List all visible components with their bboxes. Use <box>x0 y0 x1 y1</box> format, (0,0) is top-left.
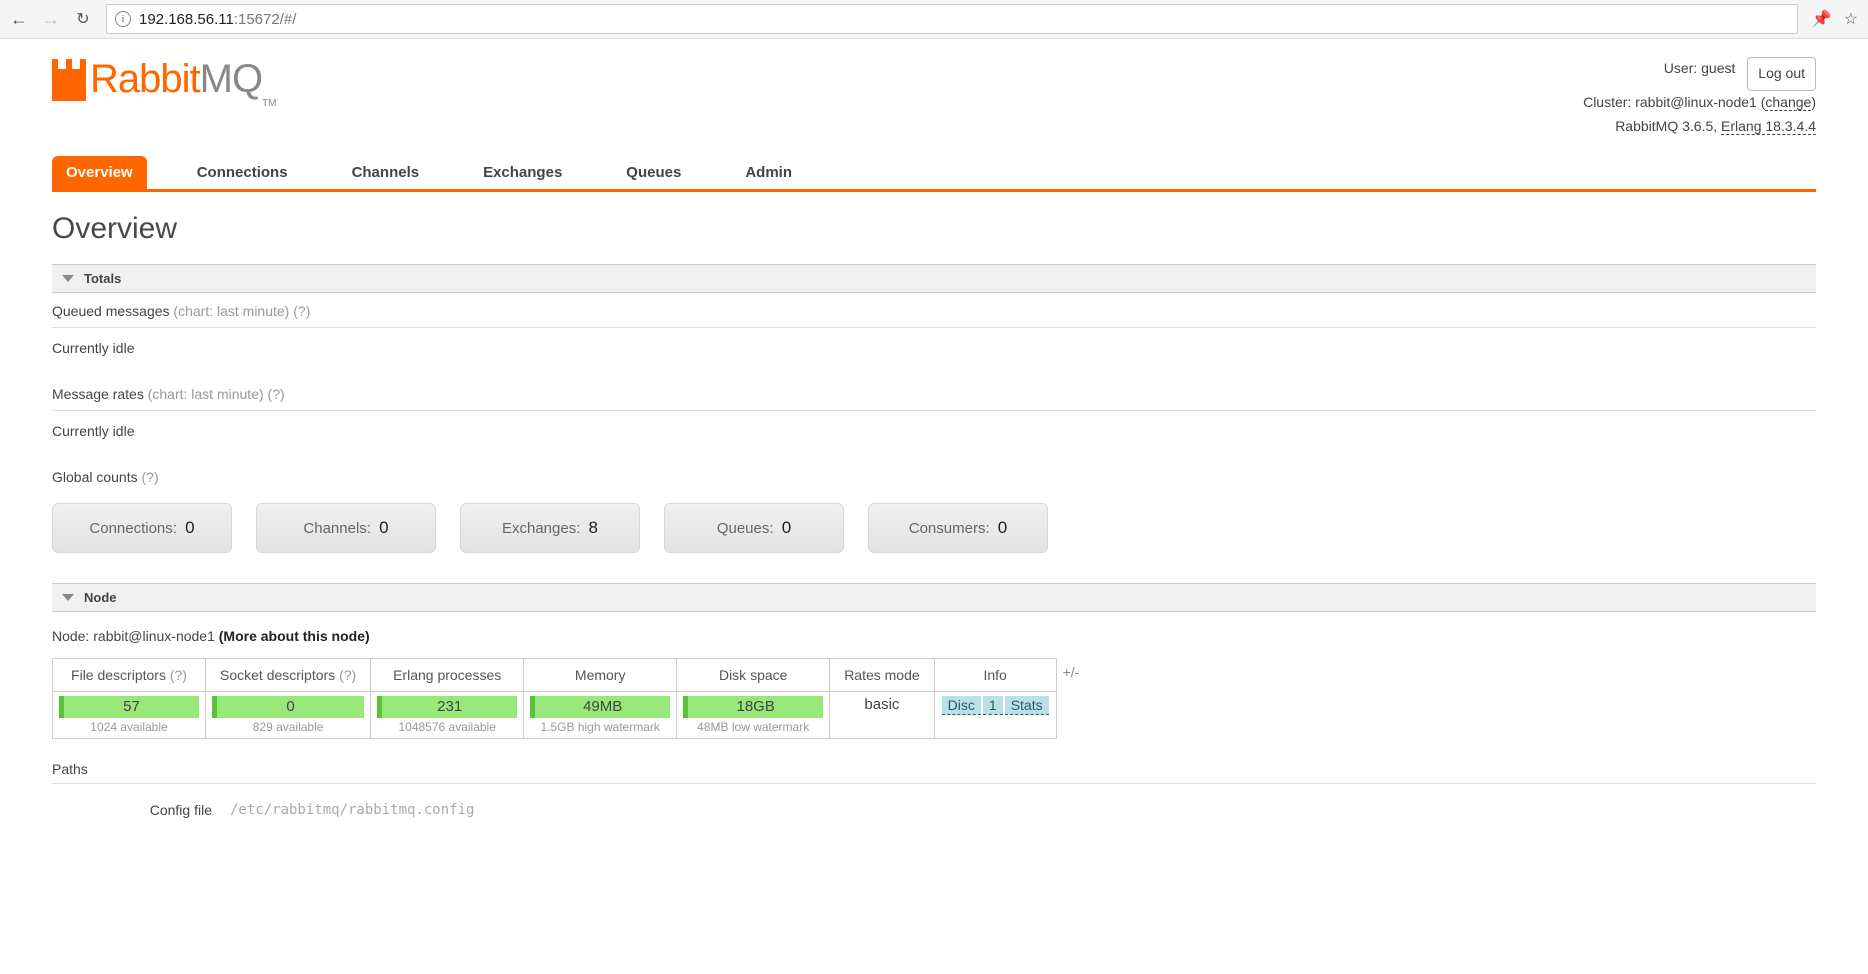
col-socket-descriptors: Socket descriptors (?) <box>206 659 371 692</box>
tab-channels[interactable]: Channels <box>338 156 434 189</box>
tab-admin[interactable]: Admin <box>731 156 806 189</box>
tab-overview[interactable]: Overview <box>52 156 147 189</box>
count-queues[interactable]: Queues: 0 <box>664 503 844 553</box>
rabbitmq-version: 3.6.5 <box>1682 118 1713 134</box>
queued-messages-idle: Currently idle <box>52 328 1816 376</box>
cluster-name: rabbit@linux-node1 <box>1635 94 1757 110</box>
count-exchanges[interactable]: Exchanges: 8 <box>460 503 640 553</box>
tab-exchanges[interactable]: Exchanges <box>469 156 576 189</box>
url-bar[interactable]: i 192.168.56.11:15672/#/ <box>106 4 1798 34</box>
count-connections[interactable]: Connections: 0 <box>52 503 232 553</box>
user-name: guest <box>1701 60 1735 76</box>
sd-bar: 0 <box>212 696 364 718</box>
config-file-label: Config file <box>52 802 230 818</box>
tab-queues[interactable]: Queues <box>612 156 695 189</box>
logo-text-rabbit: Rabbit <box>90 57 200 101</box>
page-title: Overview <box>52 212 1816 246</box>
col-disk-space: Disk space <box>677 659 830 692</box>
help-icon[interactable]: (?) <box>170 667 187 683</box>
section-node-header[interactable]: Node <box>52 583 1816 612</box>
back-button[interactable]: ← <box>10 10 28 28</box>
global-counts-heading: Global counts (?) <box>52 459 1816 493</box>
more-about-node-link[interactable]: (More about this node) <box>219 628 370 644</box>
help-icon[interactable]: (?) <box>268 386 285 402</box>
version-prefix: RabbitMQ <box>1615 118 1682 134</box>
help-icon[interactable]: (?) <box>293 303 310 319</box>
section-node-label: Node <box>84 590 117 605</box>
tab-connections[interactable]: Connections <box>183 156 302 189</box>
message-rates-idle: Currently idle <box>52 411 1816 459</box>
fd-bar: 57 <box>59 696 199 718</box>
node-stats-row: 571024 available 0829 available 23110485… <box>53 692 1057 739</box>
collapse-icon <box>62 594 74 601</box>
config-file-path: /etc/rabbitmq/rabbitmq.config <box>230 802 474 818</box>
col-file-descriptors: File descriptors (?) <box>53 659 206 692</box>
count-consumers[interactable]: Consumers: 0 <box>868 503 1048 553</box>
config-file-row: Config file /etc/rabbitmq/rabbitmq.confi… <box>52 784 1816 818</box>
logo-text-mq: MQ <box>200 57 262 101</box>
url-path: :15672/#/ <box>234 11 297 28</box>
user-label: User: <box>1664 60 1701 76</box>
info-stats-badge[interactable]: Stats <box>1005 696 1049 715</box>
columns-toggle[interactable]: +/- <box>1057 656 1080 680</box>
site-info-icon[interactable]: i <box>115 11 131 27</box>
col-info: Info <box>934 659 1056 692</box>
cluster-label: Cluster: <box>1583 94 1635 110</box>
ep-bar: 231 <box>377 696 517 718</box>
browser-toolbar: ← → ↻ i 192.168.56.11:15672/#/ 📌 ☆ <box>0 0 1868 39</box>
collapse-icon <box>62 275 74 282</box>
forward-button[interactable]: → <box>42 10 60 28</box>
col-memory: Memory <box>524 659 677 692</box>
change-cluster-link[interactable]: change <box>1765 94 1811 111</box>
node-name-line: Node: rabbit@linux-node1 (More about thi… <box>52 612 1816 656</box>
node-stats-table: File descriptors (?) Socket descriptors … <box>52 658 1057 739</box>
page-header: RabbitMQ TM User: guest Log out Cluster:… <box>52 57 1816 138</box>
logout-button[interactable]: Log out <box>1747 57 1816 91</box>
mem-bar: 49MB <box>530 696 670 718</box>
erlang-version-link[interactable]: Erlang 18.3.4.4 <box>1721 118 1816 135</box>
queued-messages-heading: Queued messages (chart: last minute) (?) <box>52 293 1816 328</box>
help-icon[interactable]: (?) <box>339 667 356 683</box>
reload-button[interactable]: ↻ <box>74 10 92 28</box>
info-disc-badge[interactable]: Disc <box>942 696 981 715</box>
col-erlang-processes: Erlang processes <box>371 659 524 692</box>
message-rates-heading: Message rates (chart: last minute) (?) <box>52 376 1816 411</box>
bookmark-star-icon[interactable]: ☆ <box>1844 9 1858 29</box>
pin-icon[interactable]: 📌 <box>1812 9 1832 29</box>
disk-bar: 18GB <box>683 696 823 718</box>
paths-heading: Paths <box>52 739 1816 784</box>
main-tabs: Overview Connections Channels Exchanges … <box>52 156 1816 192</box>
rabbitmq-logo[interactable]: RabbitMQ TM <box>52 57 277 102</box>
logo-tm: TM <box>262 98 276 109</box>
section-totals-header[interactable]: Totals <box>52 264 1816 293</box>
info-1-badge[interactable]: 1 <box>983 696 1003 715</box>
url-host: 192.168.56.11 <box>139 11 234 28</box>
help-icon[interactable]: (?) <box>142 469 159 485</box>
logo-mark-icon <box>52 59 86 101</box>
section-totals-label: Totals <box>84 271 121 286</box>
col-rates-mode: Rates mode <box>830 659 934 692</box>
count-channels[interactable]: Channels: 0 <box>256 503 436 553</box>
rates-mode-value: basic <box>830 692 934 739</box>
